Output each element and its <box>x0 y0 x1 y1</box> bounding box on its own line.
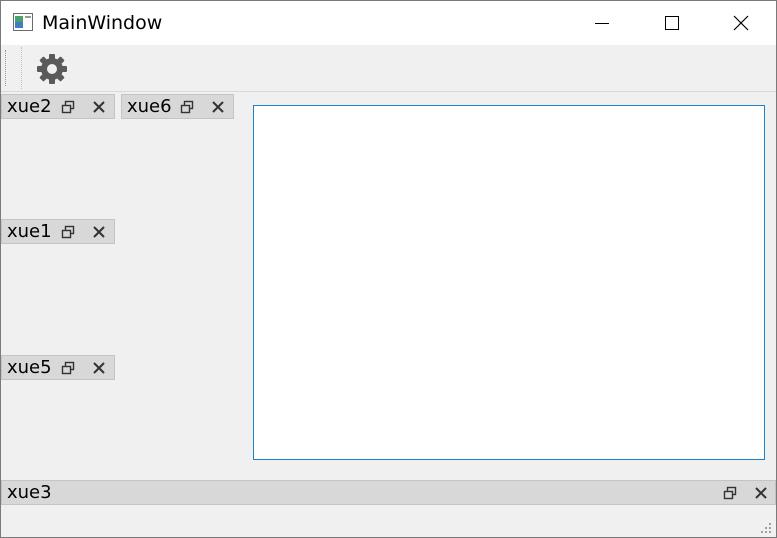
window-title: MainWindow <box>42 12 163 34</box>
maximize-icon <box>665 16 679 30</box>
close-icon[interactable] <box>91 360 107 376</box>
float-icon[interactable] <box>723 486 737 500</box>
maximize-button[interactable] <box>637 1 707 45</box>
minimize-button[interactable] <box>567 1 637 45</box>
toolbar-separator <box>21 47 23 89</box>
close-icon[interactable] <box>91 99 107 115</box>
close-icon[interactable] <box>210 99 226 115</box>
close-icon[interactable] <box>753 485 769 501</box>
minimize-icon <box>595 23 609 24</box>
dock-xue6-title: xue6 <box>127 96 172 117</box>
central-widget[interactable] <box>253 105 765 460</box>
size-grip-icon[interactable] <box>761 523 772 534</box>
toolbar <box>1 45 776 92</box>
float-icon[interactable] <box>61 100 75 114</box>
dock-xue6-titlebar[interactable]: xue6 <box>121 94 234 119</box>
float-icon[interactable] <box>180 100 194 114</box>
title-bar[interactable]: MainWindow <box>1 1 776 45</box>
dock-xue2-title: xue2 <box>7 96 52 117</box>
float-icon[interactable] <box>61 361 75 375</box>
close-button[interactable] <box>706 1 776 45</box>
dock-xue5-titlebar[interactable]: xue5 <box>1 355 115 380</box>
float-icon[interactable] <box>61 225 75 239</box>
toolbar-grip[interactable] <box>5 50 9 86</box>
main-window: MainWindow xue2 xue6 xue1 xue5 xue3 <box>0 0 777 538</box>
dock-xue1-title: xue1 <box>7 221 52 242</box>
dock-xue5-title: xue5 <box>7 357 52 378</box>
dock-xue3-titlebar[interactable]: xue3 <box>1 480 776 505</box>
gear-icon[interactable] <box>35 52 69 86</box>
app-icon <box>13 13 33 31</box>
close-icon <box>733 15 749 31</box>
dock-xue2-titlebar[interactable]: xue2 <box>1 94 115 119</box>
dock-xue3-title: xue3 <box>7 482 52 503</box>
dock-xue1-titlebar[interactable]: xue1 <box>1 219 115 244</box>
close-icon[interactable] <box>91 224 107 240</box>
